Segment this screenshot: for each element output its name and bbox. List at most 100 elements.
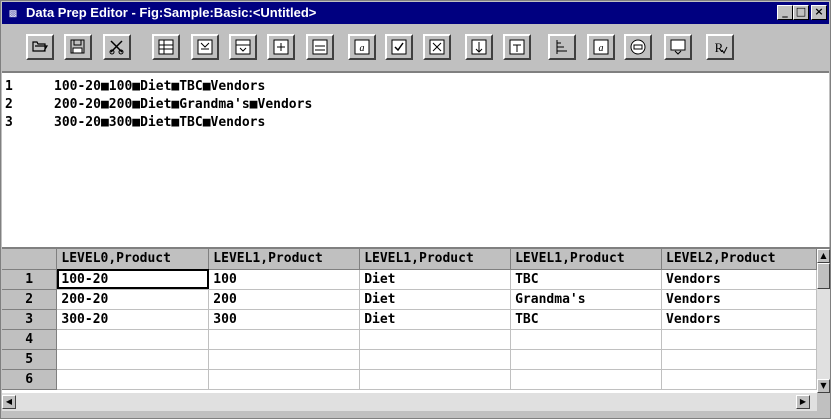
- grid-cell[interactable]: Vendors: [661, 269, 817, 290]
- grid-cell[interactable]: [661, 369, 817, 390]
- cut-button[interactable]: [103, 34, 131, 60]
- data-prep-editor-window: ▩ Data Prep Editor - Fig:Sample:Basic:<U…: [0, 0, 831, 419]
- line-text: 200-20■200■Diet■Grandma's■Vendors: [54, 97, 313, 112]
- grid-cell[interactable]: TBC: [510, 269, 663, 290]
- reject-button[interactable]: [423, 34, 451, 60]
- grid-cell[interactable]: [56, 349, 210, 370]
- table-row: 5: [2, 349, 817, 370]
- add-text-button[interactable]: [306, 34, 334, 60]
- close-button[interactable]: ×: [811, 5, 827, 20]
- join-field-button[interactable]: [548, 34, 576, 60]
- grid-cell[interactable]: [359, 349, 512, 370]
- scroll-up-button[interactable]: ▲: [817, 249, 830, 263]
- dim-build-button[interactable]: [152, 34, 180, 60]
- grid-cell[interactable]: [208, 329, 361, 350]
- rules-button[interactable]: R: [706, 34, 734, 60]
- grid-cell[interactable]: 300: [208, 309, 361, 330]
- grid-cell[interactable]: 200-20: [56, 289, 210, 310]
- add-field-icon: [273, 39, 289, 55]
- vertical-scroll-thumb[interactable]: [817, 263, 830, 289]
- svg-text:R: R: [715, 40, 724, 55]
- line-number: 2: [5, 97, 13, 112]
- column-header[interactable]: LEVEL1,Product: [359, 249, 512, 270]
- table-row: 1 100-20 100 Diet TBC Vendors: [2, 269, 817, 290]
- text-icon: a: [354, 39, 370, 55]
- preview-button[interactable]: [624, 34, 652, 60]
- grid-cell[interactable]: [208, 349, 361, 370]
- record-button[interactable]: [664, 34, 692, 60]
- move-field-button[interactable]: [465, 34, 493, 60]
- outline-button[interactable]: a: [587, 34, 615, 60]
- horizontal-scrollbar[interactable]: ◀ ▶: [2, 393, 817, 411]
- column-header[interactable]: LEVEL2,Product: [661, 249, 817, 270]
- grid-cell[interactable]: 300-20: [56, 309, 210, 330]
- dim-build-icon: [158, 39, 174, 55]
- open-button[interactable]: [26, 34, 54, 60]
- dim-build-2-icon: [197, 39, 213, 55]
- split-field-icon: [509, 39, 525, 55]
- scroll-left-button[interactable]: ◀: [2, 395, 16, 409]
- data-line: 2 200-20■200■Diet■Grandma's■Vendors: [2, 97, 829, 113]
- row-header[interactable]: 1: [2, 269, 58, 290]
- split-field-button[interactable]: [503, 34, 531, 60]
- grid-cell[interactable]: Diet: [359, 269, 512, 290]
- data-line: 1 100-20■100■Diet■TBC■Vendors: [2, 79, 829, 95]
- grid-cell[interactable]: [56, 369, 210, 390]
- grid-cell[interactable]: [661, 349, 817, 370]
- row-header[interactable]: 6: [2, 369, 58, 390]
- grid-cell[interactable]: [510, 349, 663, 370]
- field-props-button[interactable]: [229, 34, 257, 60]
- dim-build-2-button[interactable]: [191, 34, 219, 60]
- window-title: Data Prep Editor - Fig:Sample:Basic:<Unt…: [26, 5, 317, 20]
- select-button[interactable]: [385, 34, 413, 60]
- grid-cell[interactable]: [510, 369, 663, 390]
- join-field-icon: [556, 40, 567, 54]
- grid-cell[interactable]: Vendors: [661, 289, 817, 310]
- scroll-right-button[interactable]: ▶: [796, 395, 810, 409]
- data-preview-pane[interactable]: 1 100-20■100■Diet■TBC■Vendors 2 200-20■200■…: [2, 71, 829, 247]
- row-header[interactable]: 5: [2, 349, 58, 370]
- row-header[interactable]: 2: [2, 289, 58, 310]
- grid-cell[interactable]: [56, 329, 210, 350]
- column-header[interactable]: LEVEL1,Product: [510, 249, 663, 270]
- grid-corner[interactable]: [2, 249, 58, 270]
- outline-icon: a: [593, 39, 609, 55]
- open-icon: [32, 41, 49, 52]
- title-bar[interactable]: ▩ Data Prep Editor - Fig:Sample:Basic:<U…: [2, 2, 829, 24]
- grid-cell[interactable]: [359, 369, 512, 390]
- grid-cell[interactable]: Vendors: [661, 309, 817, 330]
- maximize-button[interactable]: □: [793, 5, 809, 20]
- grid-cell[interactable]: [510, 329, 663, 350]
- grid-cell[interactable]: 100: [208, 269, 361, 290]
- table-row: 2 200-20 200 Diet Grandma's Vendors: [2, 289, 817, 310]
- add-field-button[interactable]: [267, 34, 295, 60]
- grid-cell[interactable]: Diet: [359, 289, 512, 310]
- select-icon: [391, 39, 407, 55]
- grid-cell[interactable]: 200: [208, 289, 361, 310]
- save-button[interactable]: [64, 34, 92, 60]
- field-grid[interactable]: LEVEL0,Product LEVEL1,Product LEVEL1,Produ…: [2, 247, 817, 393]
- row-header[interactable]: 4: [2, 329, 58, 350]
- row-header[interactable]: 3: [2, 309, 58, 330]
- grid-cell[interactable]: [208, 369, 361, 390]
- scrollbar-corner: [817, 393, 830, 411]
- rules-icon: R: [715, 40, 728, 55]
- table-row: 6: [2, 369, 817, 390]
- vertical-scrollbar[interactable]: ▲ ▼: [817, 247, 830, 393]
- table-row: 4: [2, 329, 817, 350]
- grid-cell[interactable]: Diet: [359, 309, 512, 330]
- minimize-button[interactable]: _: [777, 5, 793, 20]
- preview-icon: [630, 39, 646, 55]
- save-icon: [70, 39, 85, 54]
- scroll-down-button[interactable]: ▼: [817, 379, 830, 393]
- column-header[interactable]: LEVEL0,Product: [56, 249, 210, 270]
- grid-cell[interactable]: [359, 329, 512, 350]
- app-icon[interactable]: ▩: [5, 5, 21, 21]
- line-number: 3: [5, 115, 13, 130]
- grid-cell[interactable]: 100-20: [56, 269, 210, 290]
- text-button[interactable]: a: [348, 34, 376, 60]
- grid-cell[interactable]: [661, 329, 817, 350]
- column-header[interactable]: LEVEL1,Product: [208, 249, 361, 270]
- grid-cell[interactable]: TBC: [510, 309, 663, 330]
- grid-cell[interactable]: Grandma's: [510, 289, 663, 310]
